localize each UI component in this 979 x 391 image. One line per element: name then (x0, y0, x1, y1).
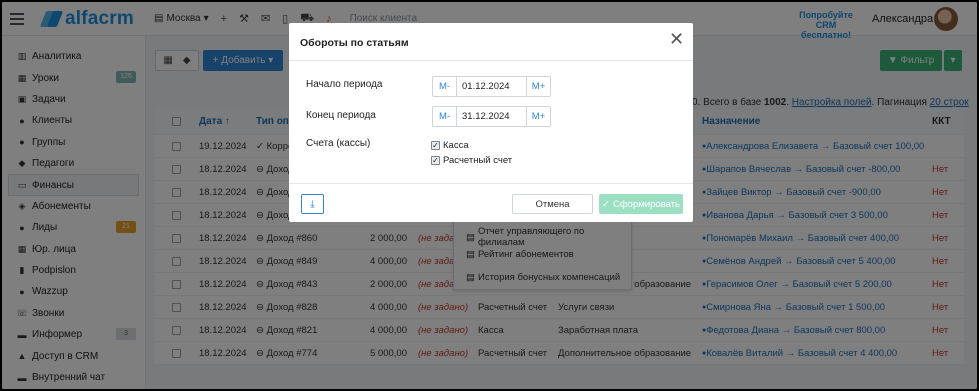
divider (289, 60, 693, 61)
end-month-plus-button[interactable]: M+ (527, 107, 550, 126)
check-icon: ✓ (602, 198, 610, 210)
end-period-label: Конец периода (306, 110, 376, 121)
end-date-input[interactable]: 31.12.2024 (456, 107, 527, 126)
cash-checkbox-label: Касса (443, 140, 469, 151)
start-month-minus-button[interactable]: M- (433, 77, 456, 96)
modal-title: Обороты по статьям (300, 37, 409, 49)
start-date-picker: M- 01.12.2024 M+ (432, 76, 551, 97)
account-checkbox[interactable]: ✓ (431, 156, 440, 165)
cancel-button[interactable]: Отмена (512, 194, 593, 214)
end-month-minus-button[interactable]: M- (433, 107, 456, 126)
download-button[interactable]: ⤓ (301, 194, 324, 214)
turnover-modal: Обороты по статьям ✕ Начало периода M- 0… (289, 23, 693, 222)
app-window: alfacrm ▤ Москва ▾ + ⚒ ✉ ▯ ⛟ ♪ Поиск кли… (2, 2, 977, 389)
cash-checkbox[interactable]: ✓ (431, 141, 440, 150)
download-icon: ⤓ (310, 198, 315, 210)
generate-button-label: Сформировать (613, 198, 680, 210)
end-date-picker: M- 31.12.2024 M+ (432, 106, 551, 127)
start-period-label: Начало периода (306, 79, 383, 90)
account-checkbox-label: Расчетный счет (443, 155, 513, 166)
account-checkbox-row[interactable]: ✓ Расчетный счет (431, 155, 512, 166)
close-icon[interactable]: ✕ (669, 30, 684, 48)
start-date-input[interactable]: 01.12.2024 (456, 77, 527, 96)
start-month-plus-button[interactable]: M+ (527, 77, 550, 96)
generate-button[interactable]: ✓ Сформировать (599, 194, 683, 214)
divider (289, 183, 693, 184)
cash-checkbox-row[interactable]: ✓ Касса (431, 140, 469, 151)
accounts-label: Счета (кассы) (306, 138, 371, 149)
